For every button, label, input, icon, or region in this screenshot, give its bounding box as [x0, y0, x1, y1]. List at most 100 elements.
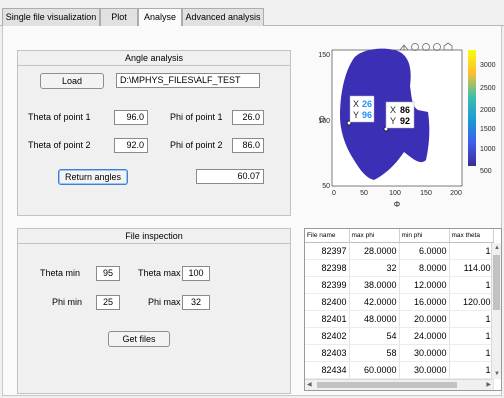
- table-cell[interactable]: 12.0000: [399, 276, 450, 294]
- x-tick: 150: [420, 190, 432, 197]
- scroll-down-icon[interactable]: ▼: [494, 370, 500, 378]
- tab-analyse[interactable]: Analyse: [138, 8, 182, 27]
- theta-min-field[interactable]: 95: [96, 266, 120, 281]
- file-table[interactable]: File name max phi min phi max theta 8239…: [304, 228, 502, 391]
- column-header-max-theta[interactable]: max theta: [449, 229, 494, 243]
- table-cell[interactable]: 32: [349, 259, 400, 277]
- colorbar-ticks: 3000 2500 2000 1500 1000 500: [480, 62, 496, 175]
- home-icon[interactable]: [443, 42, 453, 51]
- file-inspection-title: File inspection: [18, 229, 290, 244]
- colorbar: [468, 50, 476, 166]
- datatip-2[interactable]: X 86 Y 92: [385, 101, 415, 129]
- table-row[interactable]: 82398 32 8.0000 114.00: [305, 259, 494, 277]
- table-row[interactable]: 82400 42.0000 16.0000 120.00: [305, 293, 494, 311]
- phi1-label: Phi of point 1: [170, 112, 223, 122]
- pan-icon[interactable]: [411, 43, 419, 51]
- table-row[interactable]: 82403 58 30.0000 1: [305, 344, 494, 362]
- table-row[interactable]: 82434 60.0000 30.0000 1: [305, 361, 494, 379]
- datatip-x-value: 86: [400, 105, 410, 115]
- table-cell[interactable]: 30.0000: [399, 344, 450, 362]
- phi2-field[interactable]: 86.0: [232, 138, 264, 153]
- table-cell[interactable]: 16.0000: [399, 293, 450, 311]
- table-cell[interactable]: 30.0000: [399, 361, 450, 379]
- heatmap-plot[interactable]: 3000 2500 2000 1500 1000 500 150 100 50 …: [300, 30, 504, 220]
- colorbar-tick: 1500: [480, 126, 496, 133]
- y-axis-label: Θ: [319, 115, 325, 124]
- x-tick: 100: [389, 190, 401, 197]
- column-header-max-phi[interactable]: max phi: [349, 229, 400, 243]
- table-header-row: File name max phi min phi max theta: [305, 229, 494, 243]
- scroll-up-icon[interactable]: ▲: [494, 244, 500, 252]
- table-cell[interactable]: 82400: [305, 293, 350, 311]
- table-cell[interactable]: 1: [449, 310, 494, 328]
- table-cell[interactable]: 1: [449, 344, 494, 362]
- table-cell[interactable]: 1: [449, 242, 494, 260]
- table-cell[interactable]: 28.0000: [349, 242, 400, 260]
- table-cell[interactable]: 24.0000: [399, 327, 450, 345]
- angle-result-field[interactable]: 60.07: [196, 169, 264, 184]
- load-button[interactable]: Load: [40, 73, 104, 89]
- table-cell[interactable]: 120.00: [449, 293, 494, 311]
- colorbar-tick: 2500: [480, 85, 496, 92]
- datatip-y-label: Y: [390, 116, 396, 126]
- table-cell[interactable]: 82401: [305, 310, 350, 328]
- phi-min-field[interactable]: 25: [96, 295, 120, 310]
- table-cell[interactable]: 82434: [305, 361, 350, 379]
- table-cell[interactable]: 1: [449, 276, 494, 294]
- table-cell[interactable]: 8.0000: [399, 259, 450, 277]
- scroll-right-icon[interactable]: ▶: [486, 381, 491, 389]
- phi-max-label: Phi max: [148, 297, 181, 307]
- zoom-out-icon[interactable]: [433, 43, 441, 51]
- heatmap-svg: 3000 2500 2000 1500 1000 500 150 100 50 …: [318, 42, 496, 209]
- column-header-file-name[interactable]: File name: [305, 229, 350, 243]
- table-cell[interactable]: 82398: [305, 259, 350, 277]
- phi1-field[interactable]: 26.0: [232, 110, 264, 125]
- tab-single-file-visualization[interactable]: Single file visualization: [2, 8, 100, 26]
- datatip-y-value: 92: [400, 116, 410, 126]
- x-axis-label: Φ: [394, 200, 400, 209]
- table-cell[interactable]: 38.0000: [349, 276, 400, 294]
- tab-advanced-analysis[interactable]: Advanced analysis: [182, 8, 264, 26]
- datatip-1[interactable]: X 26 Y 96: [349, 95, 375, 123]
- scroll-thumb[interactable]: [317, 382, 457, 388]
- y-tick: 50: [322, 183, 330, 190]
- table-cell[interactable]: 42.0000: [349, 293, 400, 311]
- table-cell[interactable]: 1: [449, 327, 494, 345]
- table-cell[interactable]: 82403: [305, 344, 350, 362]
- table-cell[interactable]: 82397: [305, 242, 350, 260]
- path-field[interactable]: D:\MPHYS_FILES\ALF_TEST: [116, 73, 260, 88]
- table-cell[interactable]: 54: [349, 327, 400, 345]
- theta-min-label: Theta min: [40, 268, 81, 278]
- table-cell[interactable]: 82402: [305, 327, 350, 345]
- table-row[interactable]: 82397 28.0000 6.0000 1: [305, 242, 494, 260]
- table-row[interactable]: 82402 54 24.0000 1: [305, 327, 494, 345]
- table-horizontal-scrollbar[interactable]: ◀ ▶: [305, 379, 493, 390]
- table-cell[interactable]: 1: [449, 361, 494, 379]
- angle-analysis-title: Angle analysis: [18, 51, 290, 66]
- table-row[interactable]: 82401 48.0000 20.0000 1: [305, 310, 494, 328]
- table-cell[interactable]: 82399: [305, 276, 350, 294]
- table-cell[interactable]: 114.00: [449, 259, 494, 277]
- colorbar-tick: 500: [480, 168, 492, 175]
- return-angles-button[interactable]: Return angles: [58, 169, 128, 185]
- table-cell[interactable]: 6.0000: [399, 242, 450, 260]
- colorbar-tick: 3000: [480, 62, 496, 69]
- theta-max-field[interactable]: 100: [182, 266, 210, 281]
- table-cell[interactable]: 20.0000: [399, 310, 450, 328]
- x-tick: 200: [450, 190, 462, 197]
- tab-plot[interactable]: Plot: [100, 8, 138, 26]
- table-vertical-scrollbar[interactable]: ▲ ▼: [491, 243, 501, 379]
- scroll-thumb[interactable]: [493, 255, 500, 310]
- get-files-button[interactable]: Get files: [108, 331, 170, 347]
- table-row[interactable]: 82399 38.0000 12.0000 1: [305, 276, 494, 294]
- theta1-field[interactable]: 96.0: [114, 110, 148, 125]
- table-cell[interactable]: 48.0000: [349, 310, 400, 328]
- theta2-field[interactable]: 92.0: [114, 138, 148, 153]
- scroll-left-icon[interactable]: ◀: [307, 381, 312, 389]
- table-cell[interactable]: 60.0000: [349, 361, 400, 379]
- table-cell[interactable]: 58: [349, 344, 400, 362]
- export-icon[interactable]: [399, 44, 409, 51]
- zoom-in-icon[interactable]: [422, 43, 430, 51]
- phi-max-field[interactable]: 32: [182, 295, 210, 310]
- column-header-min-phi[interactable]: min phi: [399, 229, 450, 243]
